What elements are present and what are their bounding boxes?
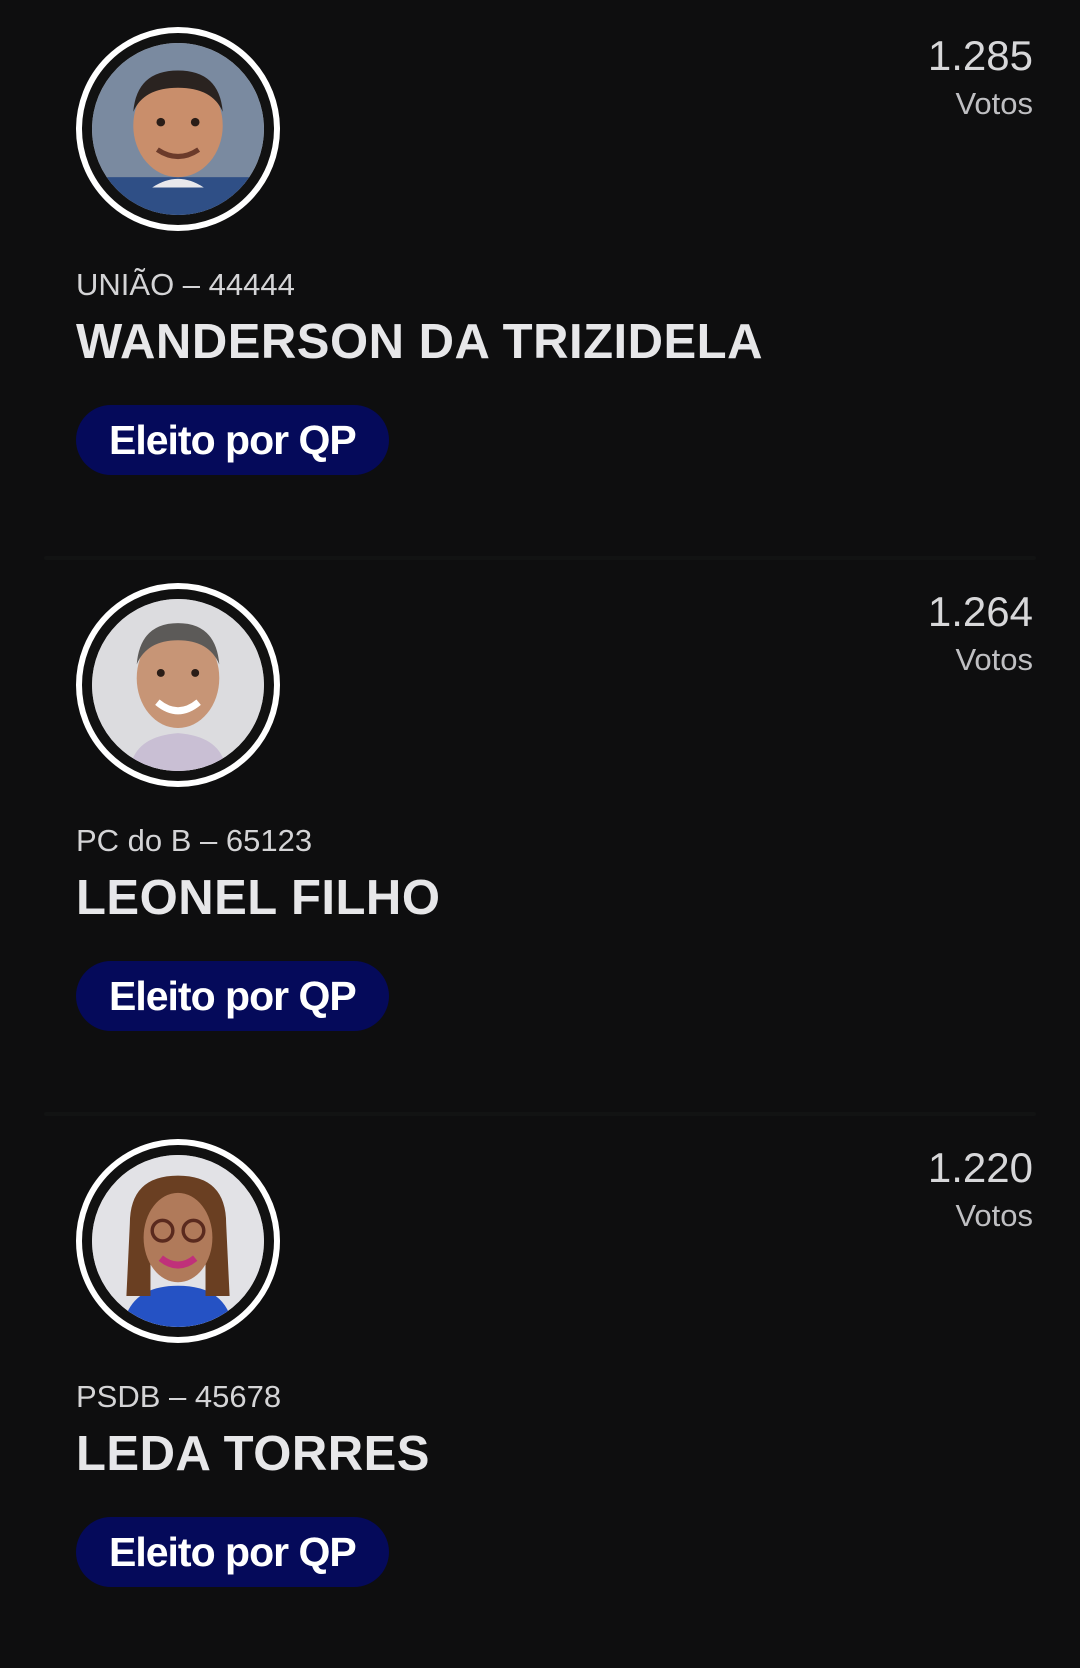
vote-label: Votos bbox=[955, 642, 1033, 677]
candidate-card[interactable]: 1.264 Votos PC do B – 65123 LEONEL FILHO… bbox=[0, 556, 1080, 1112]
vote-label: Votos bbox=[955, 86, 1033, 121]
status-badge: Eleito por QP bbox=[76, 1517, 389, 1587]
vote-count: 1.220 bbox=[927, 1144, 1033, 1191]
candidate-name: LEDA TORRES bbox=[76, 1427, 430, 1481]
status-badge: Eleito por QP bbox=[76, 405, 389, 475]
candidate-photo-icon bbox=[92, 43, 264, 215]
vote-count: 1.264 bbox=[927, 588, 1033, 635]
candidate-avatar bbox=[76, 1139, 280, 1343]
party-number: PC do B – 65123 bbox=[76, 823, 313, 858]
status-badge: Eleito por QP bbox=[76, 961, 389, 1031]
vote-count: 1.285 bbox=[927, 32, 1033, 79]
candidate-avatar bbox=[76, 27, 280, 231]
candidate-photo-icon bbox=[92, 1155, 264, 1327]
candidate-name: LEONEL FILHO bbox=[76, 871, 441, 925]
candidate-card[interactable]: 1.285 Votos UNIÃO – 44444 WANDERSON DA T… bbox=[0, 0, 1080, 556]
candidate-card[interactable]: 1.220 Votos PSDB – 45678 LEDA TORRES Ele… bbox=[0, 1112, 1080, 1668]
party-number: UNIÃO – 44444 bbox=[76, 267, 295, 302]
vote-total: 1.220 Votos bbox=[928, 1140, 1033, 1236]
vote-label: Votos bbox=[955, 1198, 1033, 1233]
vote-total: 1.285 Votos bbox=[928, 28, 1033, 124]
candidate-avatar bbox=[76, 583, 280, 787]
party-number: PSDB – 45678 bbox=[76, 1379, 282, 1414]
candidate-photo-icon bbox=[92, 599, 264, 771]
vote-total: 1.264 Votos bbox=[928, 584, 1033, 680]
candidate-name: WANDERSON DA TRIZIDELA bbox=[76, 315, 763, 369]
candidate-list: 1.285 Votos UNIÃO – 44444 WANDERSON DA T… bbox=[0, 0, 1080, 1668]
